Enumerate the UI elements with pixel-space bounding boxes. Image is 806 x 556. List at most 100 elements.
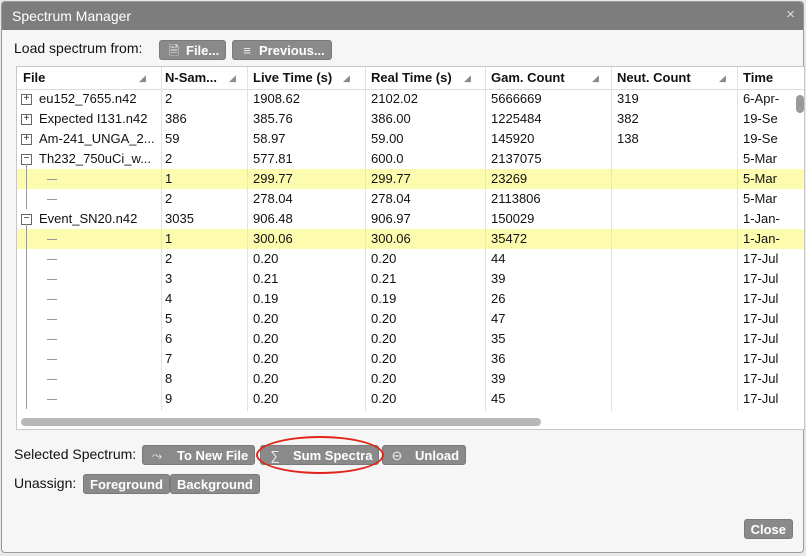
cell-real: 0.20 [371,391,397,406]
column-divider [247,67,248,411]
table-row[interactable]: 9 0.20 0.20 45 17-Jul [17,389,804,409]
sort-icon[interactable]: ◢ [343,73,350,84]
expand-icon[interactable]: + [21,94,32,105]
cell-live: 300.06 [253,231,293,246]
tree-connector [26,269,27,289]
cell-time: 6-Apr- [743,91,780,106]
cell-file [39,289,161,309]
cell-time: 19-Se [743,111,778,126]
table-row[interactable]: + Expected I131.n42 386 385.76 386.00 1225484… [17,109,804,129]
table-row[interactable]: 1 300.06 300.06 35472 1-Jan- [17,229,804,249]
column-header[interactable]: File [23,67,157,89]
column-divider [611,67,612,411]
cell-file: Event_SN20.n42 [39,211,138,226]
foreground-button[interactable]: Foreground [83,474,170,494]
close-icon[interactable]: × [786,6,795,23]
cell-neut [617,209,735,229]
tree-connector [26,349,27,369]
cell-time: 5-Mar [743,151,777,166]
cell-file [39,389,161,409]
cell-time: 19-Se [743,131,778,146]
cell-time: 17-Jul [743,391,779,406]
branch-arrow-icon: ⤳ [151,448,163,463]
horizontal-scrollbar[interactable] [21,418,541,426]
cell-live: 1908.62 [253,91,300,106]
table-row[interactable]: + eu152_7655.n42 2 1908.62 2102.02 5666669 319… [17,89,804,109]
column-header[interactable]: Neut. Count [617,67,735,89]
cell-real: 0.20 [371,311,397,326]
cell-real: 299.77 [371,171,411,186]
sort-icon[interactable]: ◢ [464,73,471,84]
table-row[interactable]: 7 0.20 0.20 36 17-Jul [17,349,804,369]
title-bar[interactable]: Spectrum Manager × [2,2,803,30]
tree-connector [26,309,27,329]
table-row[interactable]: − Event_SN20.n42 3035 906.48 906.97 150029 1-J… [17,209,804,229]
table-row[interactable]: 5 0.20 0.20 47 17-Jul [17,309,804,329]
cell-gam: 23269 [491,171,528,186]
cell-file [39,369,161,389]
previous-button[interactable]: ≡ Previous... [232,40,332,60]
sort-icon[interactable]: ◢ [719,73,726,84]
cell-neut [617,229,735,249]
minus-circle-icon: ⊖ [391,448,403,463]
cell-neut [617,149,735,169]
table-row[interactable]: 6 0.20 0.20 35 17-Jul [17,329,804,349]
cell-neut: 138 [617,131,639,146]
cell-neut [617,369,735,389]
close-button[interactable]: Close [743,519,793,539]
cell-n: 9 [165,391,173,406]
cell-file: eu152_7655.n42 [39,91,137,106]
cell-file [39,269,161,289]
cell-neut [617,269,735,289]
tree-connector [26,249,27,269]
table-row[interactable]: 2 0.20 0.20 44 17-Jul [17,249,804,269]
spectra-table[interactable]: File ◢ N-Sam... ◢ Live Time (s) ◢ Real Time (s… [16,66,805,430]
cell-gam: 5666669 [491,91,542,106]
cell-file [39,349,161,369]
cell-real: 0.20 [371,251,397,266]
cell-file: Th232_750uCi_w... [39,151,152,166]
cell-neut [617,289,735,309]
cell-neut [617,249,735,269]
tree-connector [26,369,27,389]
sort-icon[interactable]: ◢ [592,73,599,84]
column-header[interactable]: Time [743,67,783,89]
background-button[interactable]: Background [170,474,260,494]
file-button[interactable]: 🗎 File... [159,40,227,60]
cell-live: 385.76 [253,111,293,126]
database-icon: ≡ [243,43,251,58]
table-row[interactable]: − Th232_750uCi_w... 2 577.81 600.0 2137075 5-M… [17,149,804,169]
cell-n: 1 [165,171,173,186]
table-row[interactable]: 2 278.04 278.04 2113806 5-Mar [17,189,804,209]
unload-label: Unload [415,448,460,463]
cell-gam: 2137075 [491,151,542,166]
table-row[interactable]: 8 0.20 0.20 39 17-Jul [17,369,804,389]
expand-icon[interactable]: + [21,114,32,125]
sort-icon[interactable]: ◢ [229,73,236,84]
cell-time: 1-Jan- [743,231,780,246]
table-row[interactable]: + Am-241_UNGA_2... 59 58.97 59.00 145920 138 19… [17,129,804,149]
unload-button[interactable]: ⊖ Unload [382,445,467,465]
cell-real: 0.21 [371,271,397,286]
cell-neut [617,349,735,369]
table-header: File ◢ N-Sam... ◢ Live Time (s) ◢ Real Time (s… [17,67,804,90]
cell-real: 0.19 [371,291,397,306]
cell-n: 2 [165,91,173,106]
table-row[interactable]: 3 0.21 0.21 39 17-Jul [17,269,804,289]
cell-gam: 35472 [491,231,528,246]
cell-time: 1-Jan- [743,211,780,226]
cell-n: 2 [165,191,173,206]
vertical-scrollbar[interactable] [796,95,804,113]
to-new-file-button[interactable]: ⤳ To New File [142,445,256,465]
tree-connector [26,289,27,309]
tree-connector [26,329,27,349]
table-row[interactable]: 4 0.19 0.19 26 17-Jul [17,289,804,309]
cell-n: 1 [165,231,173,246]
cell-gam: 1225484 [491,111,542,126]
expand-icon[interactable]: + [21,134,32,145]
table-row[interactable]: 1 299.77 299.77 23269 5-Mar [17,169,804,189]
cell-file [39,189,161,209]
cell-gam: 44 [491,251,506,266]
cell-n: 6 [165,331,173,346]
sort-icon[interactable]: ◢ [139,73,146,84]
